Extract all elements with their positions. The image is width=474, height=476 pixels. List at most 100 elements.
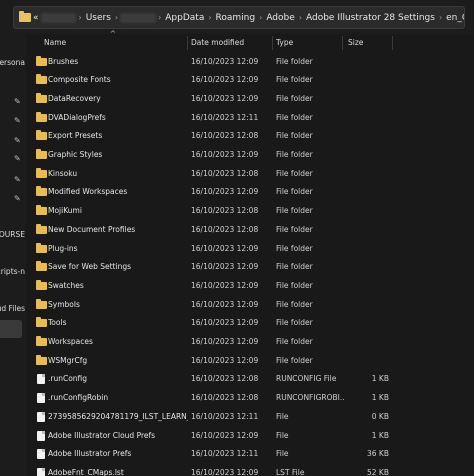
file-row[interactable]: Graphic Styles 16/10/2023 12:09 File folde… xyxy=(26,146,474,165)
file-type: LST File xyxy=(276,467,305,476)
column-size[interactable]: Size xyxy=(348,34,363,52)
chevron-right-icon: › xyxy=(298,13,302,22)
file-type: File folder xyxy=(276,280,313,290)
folder-icon xyxy=(36,298,47,309)
nav-item-label[interactable]: cripts-n xyxy=(0,267,25,276)
pin-icon[interactable]: ✎ xyxy=(14,175,21,184)
nav-item-label[interactable]: Persona xyxy=(0,58,25,67)
address-bar[interactable]: «xxxxxx›Users›xxxxxx›AppData›Roaming›Ado… xyxy=(13,6,465,29)
file-size xyxy=(344,146,389,165)
file-size xyxy=(344,240,389,259)
column-name[interactable]: Name xyxy=(44,34,66,52)
pin-icon[interactable]: ✎ xyxy=(14,136,21,145)
file-name: AdobeFnt_CMaps.lst xyxy=(48,467,124,476)
file-row[interactable]: New Document Profiles 16/10/2023 12:08 Fil… xyxy=(26,221,474,240)
address-segment-appdata[interactable]: AppData xyxy=(163,13,206,23)
nav-item-label[interactable]: COURSE xyxy=(0,230,25,239)
file-row[interactable]: Plug-ins 16/10/2023 12:09 File folder xyxy=(26,240,474,259)
file-row[interactable]: DataRecovery 16/10/2023 12:09 File folder xyxy=(26,90,474,109)
folder-icon xyxy=(19,11,31,22)
file-type: File folder xyxy=(276,337,313,346)
file-row[interactable]: Brushes 16/10/2023 12:09 File folder xyxy=(26,53,474,72)
file-row[interactable]: 2739585629204781179_ILST_LEARN_28_016/10… xyxy=(26,408,474,427)
file-date-modified: 16/10/2023 12:08 xyxy=(191,206,259,216)
file-row[interactable]: DVADialogPrefs 16/10/2023 12:11 File folde… xyxy=(26,109,474,128)
file-name: Adobe Illustrator Cloud Prefs xyxy=(48,430,156,440)
pin-icon[interactable]: ✎ xyxy=(14,97,21,106)
file-row[interactable]: WSMgrCfg 16/10/2023 12:09 File folder xyxy=(26,352,474,371)
file-type: File folder xyxy=(276,75,313,85)
address-segment-users[interactable]: Users xyxy=(84,13,113,23)
navigation-pane: Persona COURSE cripts-n oud Files ✎ ✎ ✎ ✎ ✎ ✎ xyxy=(0,34,26,476)
file-name: Save for Web Settings xyxy=(48,262,131,272)
address-overflow-button[interactable]: « xyxy=(31,13,41,23)
file-row[interactable]: .runConfigRobin 16/10/2023 12:08 RUNCONFIG… xyxy=(26,389,474,408)
file-icon xyxy=(37,393,45,404)
folder-icon xyxy=(36,205,47,216)
file-name: Adobe Illustrator Prefs xyxy=(48,449,132,459)
nav-item-label[interactable]: oud Files xyxy=(0,304,25,313)
file-date-modified: 16/10/2023 12:09 xyxy=(191,299,259,309)
column-divider[interactable] xyxy=(187,36,188,50)
file-type: File folder xyxy=(276,206,313,216)
file-date-modified: 16/10/2023 12:09 xyxy=(191,56,259,66)
file-row[interactable]: Tools 16/10/2023 12:09 File folder xyxy=(26,314,474,333)
file-row[interactable]: Composite Fonts 16/10/2023 12:09 File fold… xyxy=(26,71,474,90)
file-size xyxy=(344,90,389,109)
file-name: Workspaces xyxy=(48,337,93,346)
address-segment-en-gb[interactable]: en_GB xyxy=(444,13,464,23)
file-row[interactable]: Save for Web Settings 16/10/2023 12:09 Fil… xyxy=(26,258,474,277)
file-name: Composite Fonts xyxy=(48,75,111,85)
address-bar-container: «xxxxxx›Users›xxxxxx›AppData›Roaming›Ado… xyxy=(0,0,474,34)
file-row[interactable]: Symbols 16/10/2023 12:09 File folder xyxy=(26,296,474,315)
file-row[interactable]: Kinsoku 16/10/2023 12:08 File folder xyxy=(26,165,474,184)
chevron-right-icon: › xyxy=(259,13,263,22)
pin-icon[interactable]: ✎ xyxy=(14,154,21,163)
column-divider[interactable] xyxy=(342,36,343,50)
file-name: 2739585629204781179_ILST_LEARN_28_0 xyxy=(48,411,188,421)
sort-up-icon: ^ xyxy=(110,30,116,38)
file-row[interactable]: Adobe Illustrator Prefs 16/10/2023 12:11 F… xyxy=(26,445,474,464)
address-segment-redacted[interactable]: xxxxxx xyxy=(40,12,77,23)
address-segment-roaming[interactable]: Roaming xyxy=(214,13,258,23)
column-divider[interactable] xyxy=(272,36,273,50)
column-date-modified[interactable]: Date modified xyxy=(191,34,244,52)
file-type: File folder xyxy=(276,93,313,103)
folder-icon xyxy=(36,336,47,346)
column-divider[interactable] xyxy=(392,36,393,50)
file-row[interactable]: MojiKumi 16/10/2023 12:08 File folder xyxy=(26,202,474,221)
column-type[interactable]: Type xyxy=(276,34,293,52)
file-row[interactable]: Workspaces 16/10/2023 12:09 File folder xyxy=(26,333,474,352)
file-type: File folder xyxy=(276,318,313,328)
file-row[interactable]: .runConfig 16/10/2023 12:08 RUNCONFIG File… xyxy=(26,370,474,389)
file-date-modified: 16/10/2023 12:09 xyxy=(191,337,259,346)
file-name: DVADialogPrefs xyxy=(48,112,106,122)
folder-icon xyxy=(36,149,47,159)
address-segment-adobe-illustrator-28-settings[interactable]: Adobe Illustrator 28 Settings xyxy=(304,13,437,23)
folder-icon xyxy=(36,130,47,141)
folder-icon xyxy=(36,186,47,197)
chevron-right-icon: › xyxy=(158,13,162,22)
file-date-modified: 16/10/2023 12:08 xyxy=(191,131,259,141)
file-row[interactable]: Modified Workspaces 16/10/2023 12:09 File … xyxy=(26,183,474,202)
address-segment-adobe[interactable]: Adobe xyxy=(264,13,296,23)
address-segment-redacted[interactable]: xxxxxx xyxy=(120,12,157,23)
file-icon xyxy=(37,430,45,441)
file-type: File folder xyxy=(276,150,313,159)
file-date-modified: 16/10/2023 12:11 xyxy=(191,449,259,459)
file-row[interactable]: AdobeFnt_CMaps.lst 16/10/2023 12:09 LST Fi… xyxy=(26,464,474,476)
folder-icon xyxy=(36,55,47,66)
file-row[interactable]: Swatches 16/10/2023 12:09 File folder xyxy=(26,277,474,296)
file-icon xyxy=(37,411,45,422)
nav-selected-item[interactable] xyxy=(0,320,22,338)
file-name: Plug-ins xyxy=(48,243,78,253)
file-row[interactable]: Export Presets 16/10/2023 12:08 File folde… xyxy=(26,127,474,146)
file-date-modified: 16/10/2023 12:09 xyxy=(191,318,259,328)
pin-icon[interactable]: ✎ xyxy=(14,194,21,203)
file-size: 1 KB xyxy=(371,430,389,440)
file-row[interactable]: Adobe Illustrator Cloud Prefs 16/10/2023 … xyxy=(26,427,474,446)
chevron-right-icon: › xyxy=(438,13,443,22)
file-type: File folder xyxy=(276,112,313,122)
file-icon xyxy=(37,374,45,385)
pin-icon[interactable]: ✎ xyxy=(14,116,21,125)
